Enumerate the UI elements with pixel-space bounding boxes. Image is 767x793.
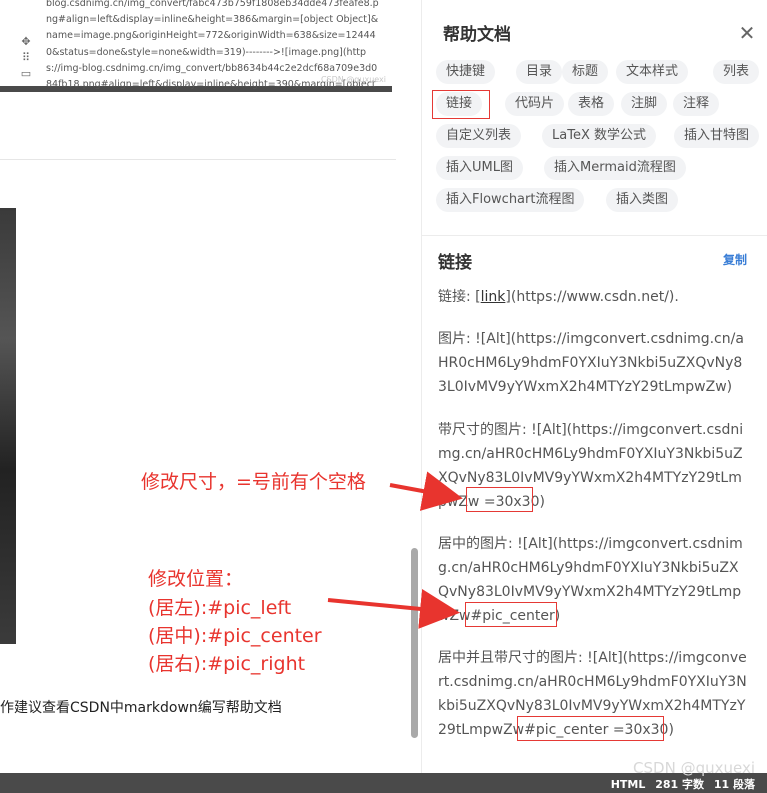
position-center-note: (居中):#pic_center: [148, 625, 322, 647]
status-word-count: 281 字数: [655, 778, 705, 791]
center-highlight: [465, 602, 557, 627]
tag-divider: [422, 235, 767, 236]
code-preview-panel: ✥ ⠿ ▭ blog.csdnimg.cn/img_convert/fabc47…: [0, 0, 392, 92]
tag-0[interactable]: 快捷键: [436, 60, 496, 84]
tag-7[interactable]: 表格: [568, 92, 615, 116]
editor-bottom-text: 作建议查看CSDN中markdown编写帮助文档: [0, 700, 282, 716]
tag-2[interactable]: 标题: [562, 60, 609, 84]
link-prefix: 链接: [: [438, 289, 481, 305]
tag-4[interactable]: 列表: [713, 60, 760, 84]
status-text: HTML 281 字数 11 段落: [605, 776, 755, 792]
code-watermark: CSDN @quxuexi: [320, 75, 386, 84]
help-title: 帮助文档: [443, 25, 511, 45]
editor-scrollbar[interactable]: [411, 548, 418, 738]
position-left-note: (居左):#pic_left: [148, 597, 292, 619]
tag-10[interactable]: 自定义列表: [436, 124, 522, 148]
photo-thumbnail: [0, 208, 16, 644]
tag-3[interactable]: 文本样式: [616, 60, 689, 84]
link-example: 链接: [link](https://www.csdn.net/).: [438, 285, 748, 309]
move-icon[interactable]: ✥: [18, 34, 34, 50]
tag-11[interactable]: LaTeX 数学公式: [542, 124, 656, 148]
tag-16[interactable]: 插入类图: [606, 188, 679, 212]
divider: [0, 159, 396, 160]
tag-13[interactable]: 插入UML图: [436, 156, 523, 180]
link-anchor[interactable]: link: [481, 289, 506, 305]
position-right-note: (居右):#pic_right: [148, 653, 306, 675]
active-tag-highlight: [432, 90, 490, 119]
tag-15[interactable]: 插入Flowchart流程图: [436, 188, 585, 212]
status-mode: HTML: [610, 778, 646, 791]
size-note: 修改尺寸，=号前有个空格: [141, 471, 366, 493]
csdn-watermark: CSDN @quxuexi: [633, 759, 755, 777]
tag-6[interactable]: 代码片: [505, 92, 565, 116]
close-icon[interactable]: ✕: [737, 23, 757, 43]
tag-12[interactable]: 插入甘特图: [674, 124, 760, 148]
status-paragraph-count: 11 段落: [713, 778, 755, 791]
image-example: 图片: ![Alt](https://imgconvert.csdnimg.cn…: [438, 331, 744, 395]
section-title: 链接: [438, 253, 472, 273]
size-highlight: [466, 487, 533, 512]
center-size-highlight: [517, 716, 664, 741]
link-suffix: ](https://www.csdn.net/).: [505, 289, 679, 305]
code-gutter: ✥ ⠿ ▭: [18, 34, 34, 82]
position-note-title: 修改位置：: [148, 568, 244, 590]
tag-8[interactable]: 注脚: [621, 92, 668, 116]
copy-button[interactable]: 复制: [723, 251, 747, 268]
monitor-icon[interactable]: ▭: [18, 66, 34, 82]
tag-14[interactable]: 插入Mermaid流程图: [544, 156, 686, 180]
grip-icon[interactable]: ⠿: [18, 50, 34, 66]
tag-1[interactable]: 目录: [516, 60, 563, 84]
tag-9[interactable]: 注释: [673, 92, 720, 116]
